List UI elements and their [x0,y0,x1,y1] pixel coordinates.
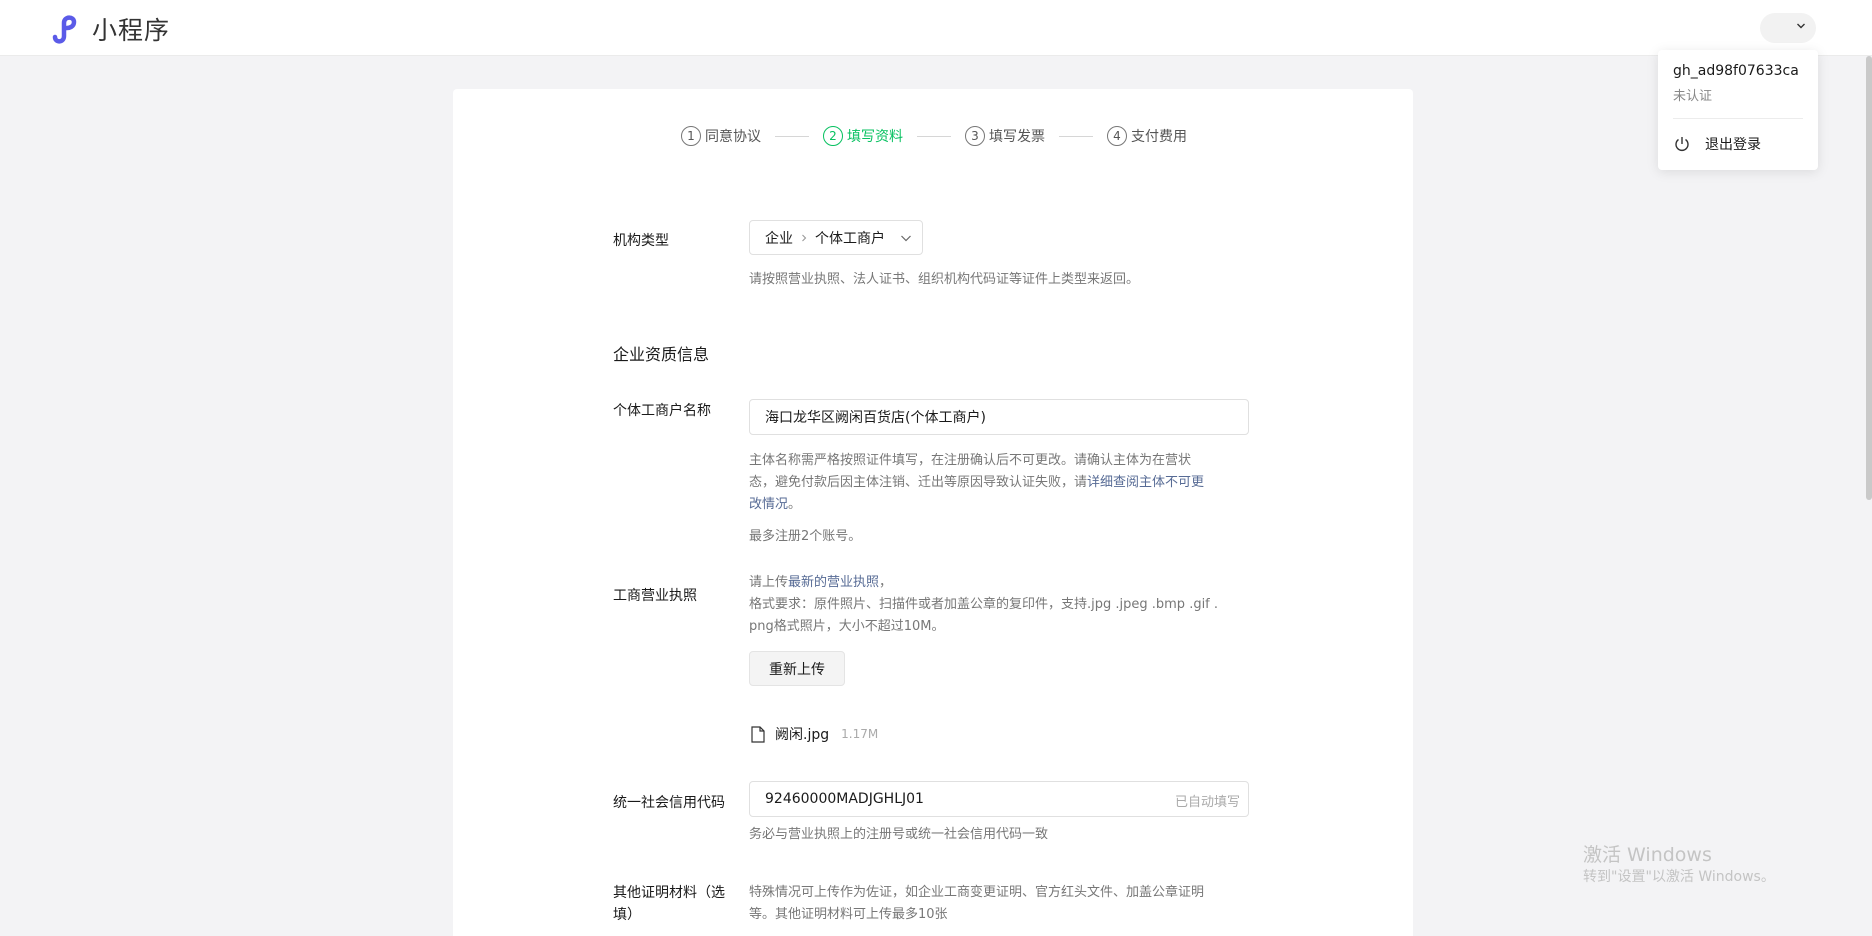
account-menu-button[interactable] [1760,13,1816,43]
step-number: 3 [965,126,985,146]
account-limit-hint: 最多注册2个账号。 [749,529,862,544]
hint-line: 特殊情况可上传作为佐证，如企业工商变更证明、官方红头文件、加盖公章证明 [749,885,1205,900]
hint-line: 请上传最新的营业执照， [749,572,1249,594]
business-name-input[interactable]: 海口龙华区阙闲百货店(个体工商户) [749,399,1249,435]
business-name-hint: 主体名称需严格按照证件填写，在注册确认后不可更改。请确认主体为在营状 态，避免付… [749,450,1249,516]
logout-button[interactable]: 退出登录 [1673,134,1761,154]
step-connector [775,135,809,137]
step-invoice: 3 填写发票 [965,126,1045,146]
step-label: 支付费用 [1131,129,1187,145]
step-payment: 4 支付费用 [1107,126,1187,146]
credit-code-value: 92460000MADJGHLJ01 [765,791,924,807]
hint-line: png格式照片，大小不超过10M。 [749,619,945,634]
step-number: 4 [1107,126,1127,146]
step-label: 同意协议 [705,129,761,145]
license-hint: 请上传最新的营业执照， 格式要求：原件照片、扫描件或者加盖公章的复印件，支持.j… [749,572,1249,638]
hint-text: 。 [788,497,802,512]
top-bar: 小程序 [0,0,1872,56]
other-docs-label: 其他证明材料（选 填） [613,882,725,926]
label-line: 其他证明材料（选 [613,885,725,901]
auto-filled-tag: 已自动填写 [1174,795,1240,810]
license-label: 工商营业执照 [613,588,697,604]
section-title: 企业资质信息 [613,345,710,364]
page-scrollbar[interactable] [1866,56,1872,500]
hint-line: 主体名称需严格按照证件填写，在注册确认后不可更改。请确认主体为在营状 [749,453,1192,468]
chevron-down-icon [901,235,911,242]
label-line: 填） [613,907,641,923]
file-name: 阙闲.jpg [775,727,830,743]
account-dropdown: gh_ad98f07633ca 未认证 退出登录 [1658,50,1818,170]
reupload-button[interactable]: 重新上传 [749,651,845,686]
name-rules-link-cont[interactable]: 改情况 [749,497,788,512]
activation-watermark-subtitle: 转到"设置"以激活 Windows。 [1583,869,1775,885]
uploaded-file[interactable]: 阙闲.jpg 1.17M [751,724,878,744]
org-type-label: 机构类型 [613,233,669,249]
hint-line: 格式要求：原件照片、扫描件或者加盖公章的复印件，支持.jpg .jpeg .bm… [749,597,1219,612]
chevron-right-icon [802,234,807,241]
step-number: 1 [681,126,701,146]
business-name-label: 个体工商户名称 [613,403,711,419]
logout-label: 退出登录 [1705,137,1761,153]
name-rules-link[interactable]: 详细查阅主体不可更 [1087,475,1204,490]
hint-text: 请上传 [749,575,789,590]
app-logo[interactable]: 小程序 [46,10,170,48]
org-type-select[interactable]: 企业 个体工商户 [749,220,923,255]
power-icon [1675,137,1689,151]
hint-line: 等。其他证明材料可上传最多10张 [749,907,948,922]
hint-text: ， [879,575,893,590]
progress-steps: 1 同意协议 2 填写资料 3 填写发票 4 支付费用 [681,126,1187,146]
step-number: 2 [823,126,843,146]
hint-text: 态，避免付款后因主体注销、迁出等原因导致认证失败，请 [749,475,1088,490]
step-agree: 1 同意协议 [681,126,761,146]
file-size: 1.17M [841,727,879,741]
credit-code-input[interactable]: 92460000MADJGHLJ01 已自动填写 [749,781,1249,817]
hint-line: 态，避免付款后因主体注销、迁出等原因导致认证失败，请详细查阅主体不可更 [749,472,1249,494]
dropdown-divider [1673,118,1803,119]
app-title: 小程序 [92,16,171,45]
step-connector [1059,135,1093,137]
other-docs-hint: 特殊情况可上传作为佐证，如企业工商变更证明、官方红头文件、加盖公章证明 等。其他… [749,882,1249,926]
credit-code-label: 统一社会信用代码 [613,795,725,811]
org-type-hint: 请按照营业执照、法人证书、组织机构代码证等证件上类型来返回。 [749,272,1140,287]
account-status: 未认证 [1673,89,1713,104]
miniprogram-logo-icon [52,15,77,44]
credit-code-hint: 务必与营业执照上的注册号或统一社会信用代码一致 [749,827,1049,842]
hint-line: 改情况。 [749,494,1249,516]
account-id: gh_ad98f07633ca [1673,63,1799,79]
step-label: 填写发票 [989,129,1045,145]
file-icon [751,725,765,743]
step-fill-info: 2 填写资料 [823,126,903,146]
org-type-primary: 企业 [765,230,793,247]
org-type-secondary: 个体工商户 [815,230,885,247]
activation-watermark-title: 激活 Windows [1583,844,1712,866]
chevron-down-icon [1797,23,1805,29]
step-connector [917,135,951,137]
latest-license-link[interactable]: 最新的营业执照 [788,575,879,590]
step-label: 填写资料 [847,129,903,145]
